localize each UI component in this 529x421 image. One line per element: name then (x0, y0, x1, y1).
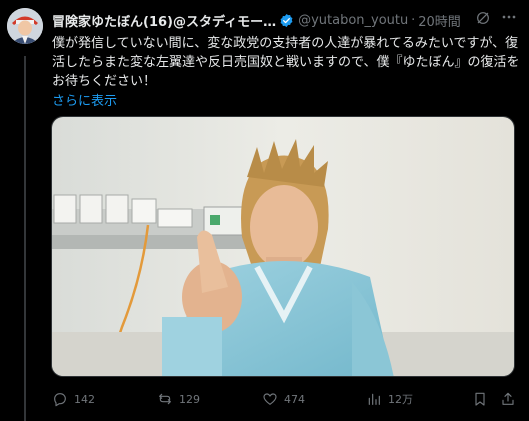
share-button[interactable] (500, 388, 522, 410)
reply-button[interactable]: 142 (52, 388, 95, 410)
more-icon[interactable] (499, 8, 519, 26)
views-button[interactable]: 12万 (366, 388, 413, 410)
like-button[interactable]: 474 (262, 388, 305, 410)
bookmark-icon (475, 392, 485, 406)
like-count: 474 (284, 392, 305, 406)
timestamp[interactable]: 20時間 (418, 11, 461, 30)
repost-button[interactable]: 129 (157, 388, 200, 410)
tweet-header: 冒険家ゆたぼん(16)@スタディモー… @yutabon_youtu... · … (52, 10, 522, 30)
views-icon (368, 393, 380, 405)
avatar[interactable] (7, 8, 43, 44)
reply-count: 142 (74, 392, 95, 406)
tweet-photo[interactable] (51, 116, 515, 377)
thread-line (24, 56, 26, 421)
tweet[interactable]: 冒険家ゆたぼん(16)@スタディモー… @yutabon_youtu... · … (0, 0, 529, 421)
repost-icon (159, 393, 171, 405)
action-bar: 142 129 474 12万 (52, 388, 522, 410)
repost-count: 129 (179, 392, 200, 406)
verified-badge-icon (280, 13, 293, 27)
reply-icon (54, 393, 66, 407)
show-more-link[interactable]: さらに表示 (52, 90, 117, 109)
share-icon (502, 392, 514, 405)
handle[interactable]: @yutabon_youtu... (298, 13, 408, 28)
tweet-body: 僕が発信していない間に、変な政党の支持者の人達が暴れてるみたいですが、復活したら… (52, 36, 520, 89)
grok-icon[interactable] (475, 10, 491, 26)
display-name[interactable]: 冒険家ゆたぼん(16)@スタディモー… (52, 11, 276, 30)
separator-dot: · (411, 12, 416, 28)
views-count: 12万 (388, 393, 413, 406)
bookmark-button[interactable] (472, 388, 494, 410)
like-icon (263, 393, 277, 405)
